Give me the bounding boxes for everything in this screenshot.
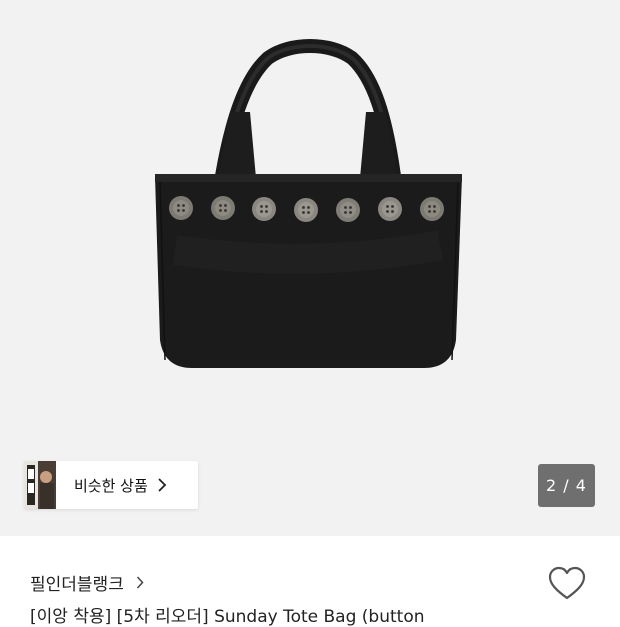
brand-name: 필인더블랭크 [30,575,124,595]
image-page-indicator: 2 / 4 [538,464,595,507]
brand-link[interactable]: 필인더블랭크 [30,570,144,595]
chevron-right-icon [136,576,144,589]
product-image-gallery[interactable]: 비슷한 상품 2 / 4 [0,0,620,536]
like-button[interactable] [548,566,586,602]
product-title: [이앙 착용] [5차 리오더] Sunday Tote Bag (button [30,607,425,627]
heart-outline-icon [548,566,586,600]
similar-products-button[interactable]: 비슷한 상품 [24,461,198,509]
similar-products-label: 비슷한 상품 [74,476,148,495]
similar-product-thumbnail [24,461,56,509]
product-info: 필인더블랭크 [이앙 착용] [5차 리오더] Sunday Tote Bag … [0,536,620,627]
product-image[interactable] [0,0,620,536]
chevron-right-icon [158,478,167,492]
